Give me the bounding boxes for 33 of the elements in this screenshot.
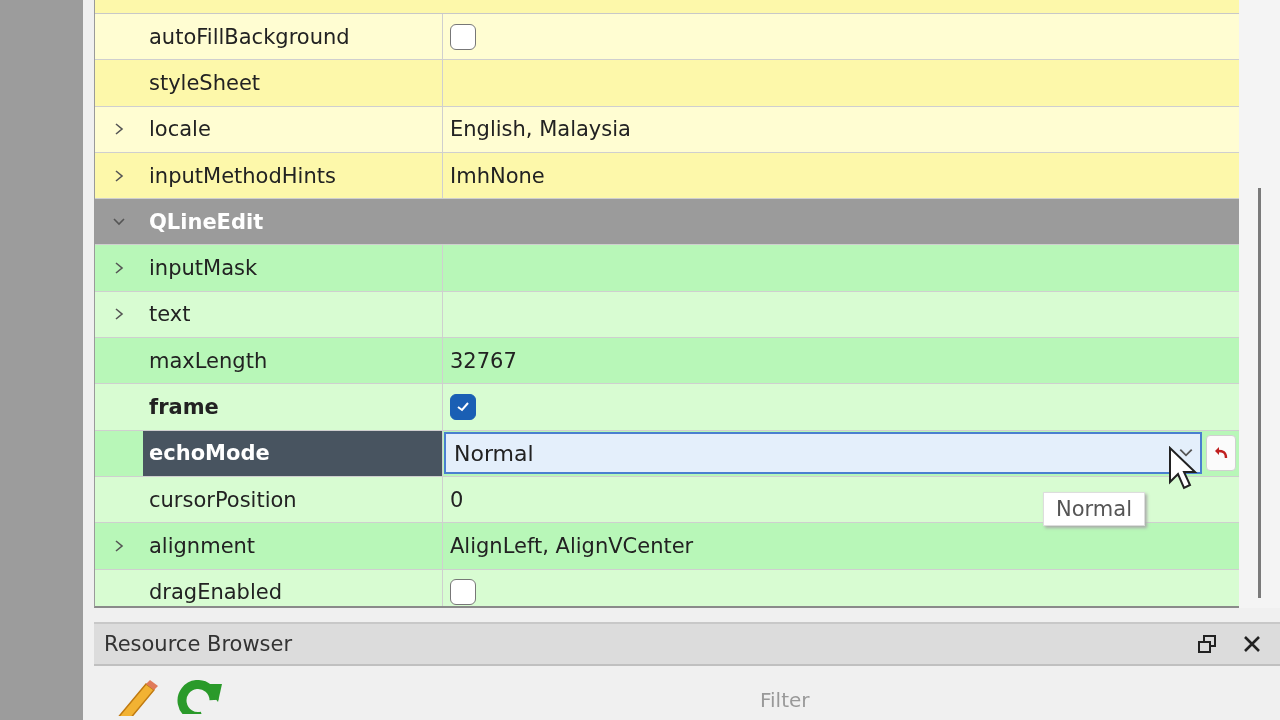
property-name[interactable]: cursorPosition: [149, 487, 297, 512]
property-value: English, Malaysia: [450, 117, 631, 142]
check-icon: [455, 400, 471, 414]
reset-button[interactable]: [1206, 435, 1236, 472]
property-value: 0: [450, 487, 464, 512]
filter-field[interactable]: Filter: [754, 680, 1269, 720]
property-name[interactable]: dragEnabled: [149, 580, 283, 605]
property-name[interactable]: inputMask: [149, 256, 258, 281]
property-name[interactable]: inputMethodHints: [149, 163, 336, 188]
property-value: AlignLeft, AlignVCenter: [450, 533, 694, 558]
close-icon[interactable]: [1243, 635, 1261, 653]
checkbox[interactable]: [450, 23, 476, 50]
property-name[interactable]: maxLength: [149, 348, 268, 373]
dock-title: Resource Browser: [104, 632, 293, 656]
undo-arrow-icon: [1214, 446, 1228, 461]
checkbox[interactable]: [450, 579, 476, 606]
property-name[interactable]: autoFillBackground: [149, 24, 350, 49]
scrollbar-thumb[interactable]: [1258, 188, 1261, 598]
checkbox[interactable]: [450, 394, 476, 420]
property-name[interactable]: styleSheet: [149, 70, 261, 95]
restore-icon[interactable]: [1197, 634, 1217, 654]
property-name[interactable]: locale: [149, 117, 211, 142]
tooltip: Normal: [1043, 492, 1145, 526]
property-name[interactable]: frame: [149, 395, 219, 419]
property-name[interactable]: text: [149, 302, 191, 327]
property-value: ImhNone: [450, 163, 545, 188]
group-header: QLineEdit: [149, 209, 264, 234]
dropdown[interactable]: Normal: [444, 432, 1202, 475]
mouse-cursor-icon: [1168, 446, 1198, 492]
property-value: 32767: [450, 348, 517, 373]
property-name[interactable]: alignment: [149, 533, 256, 558]
property-name[interactable]: echoMode: [143, 430, 442, 476]
refresh-icon[interactable]: [174, 680, 224, 714]
